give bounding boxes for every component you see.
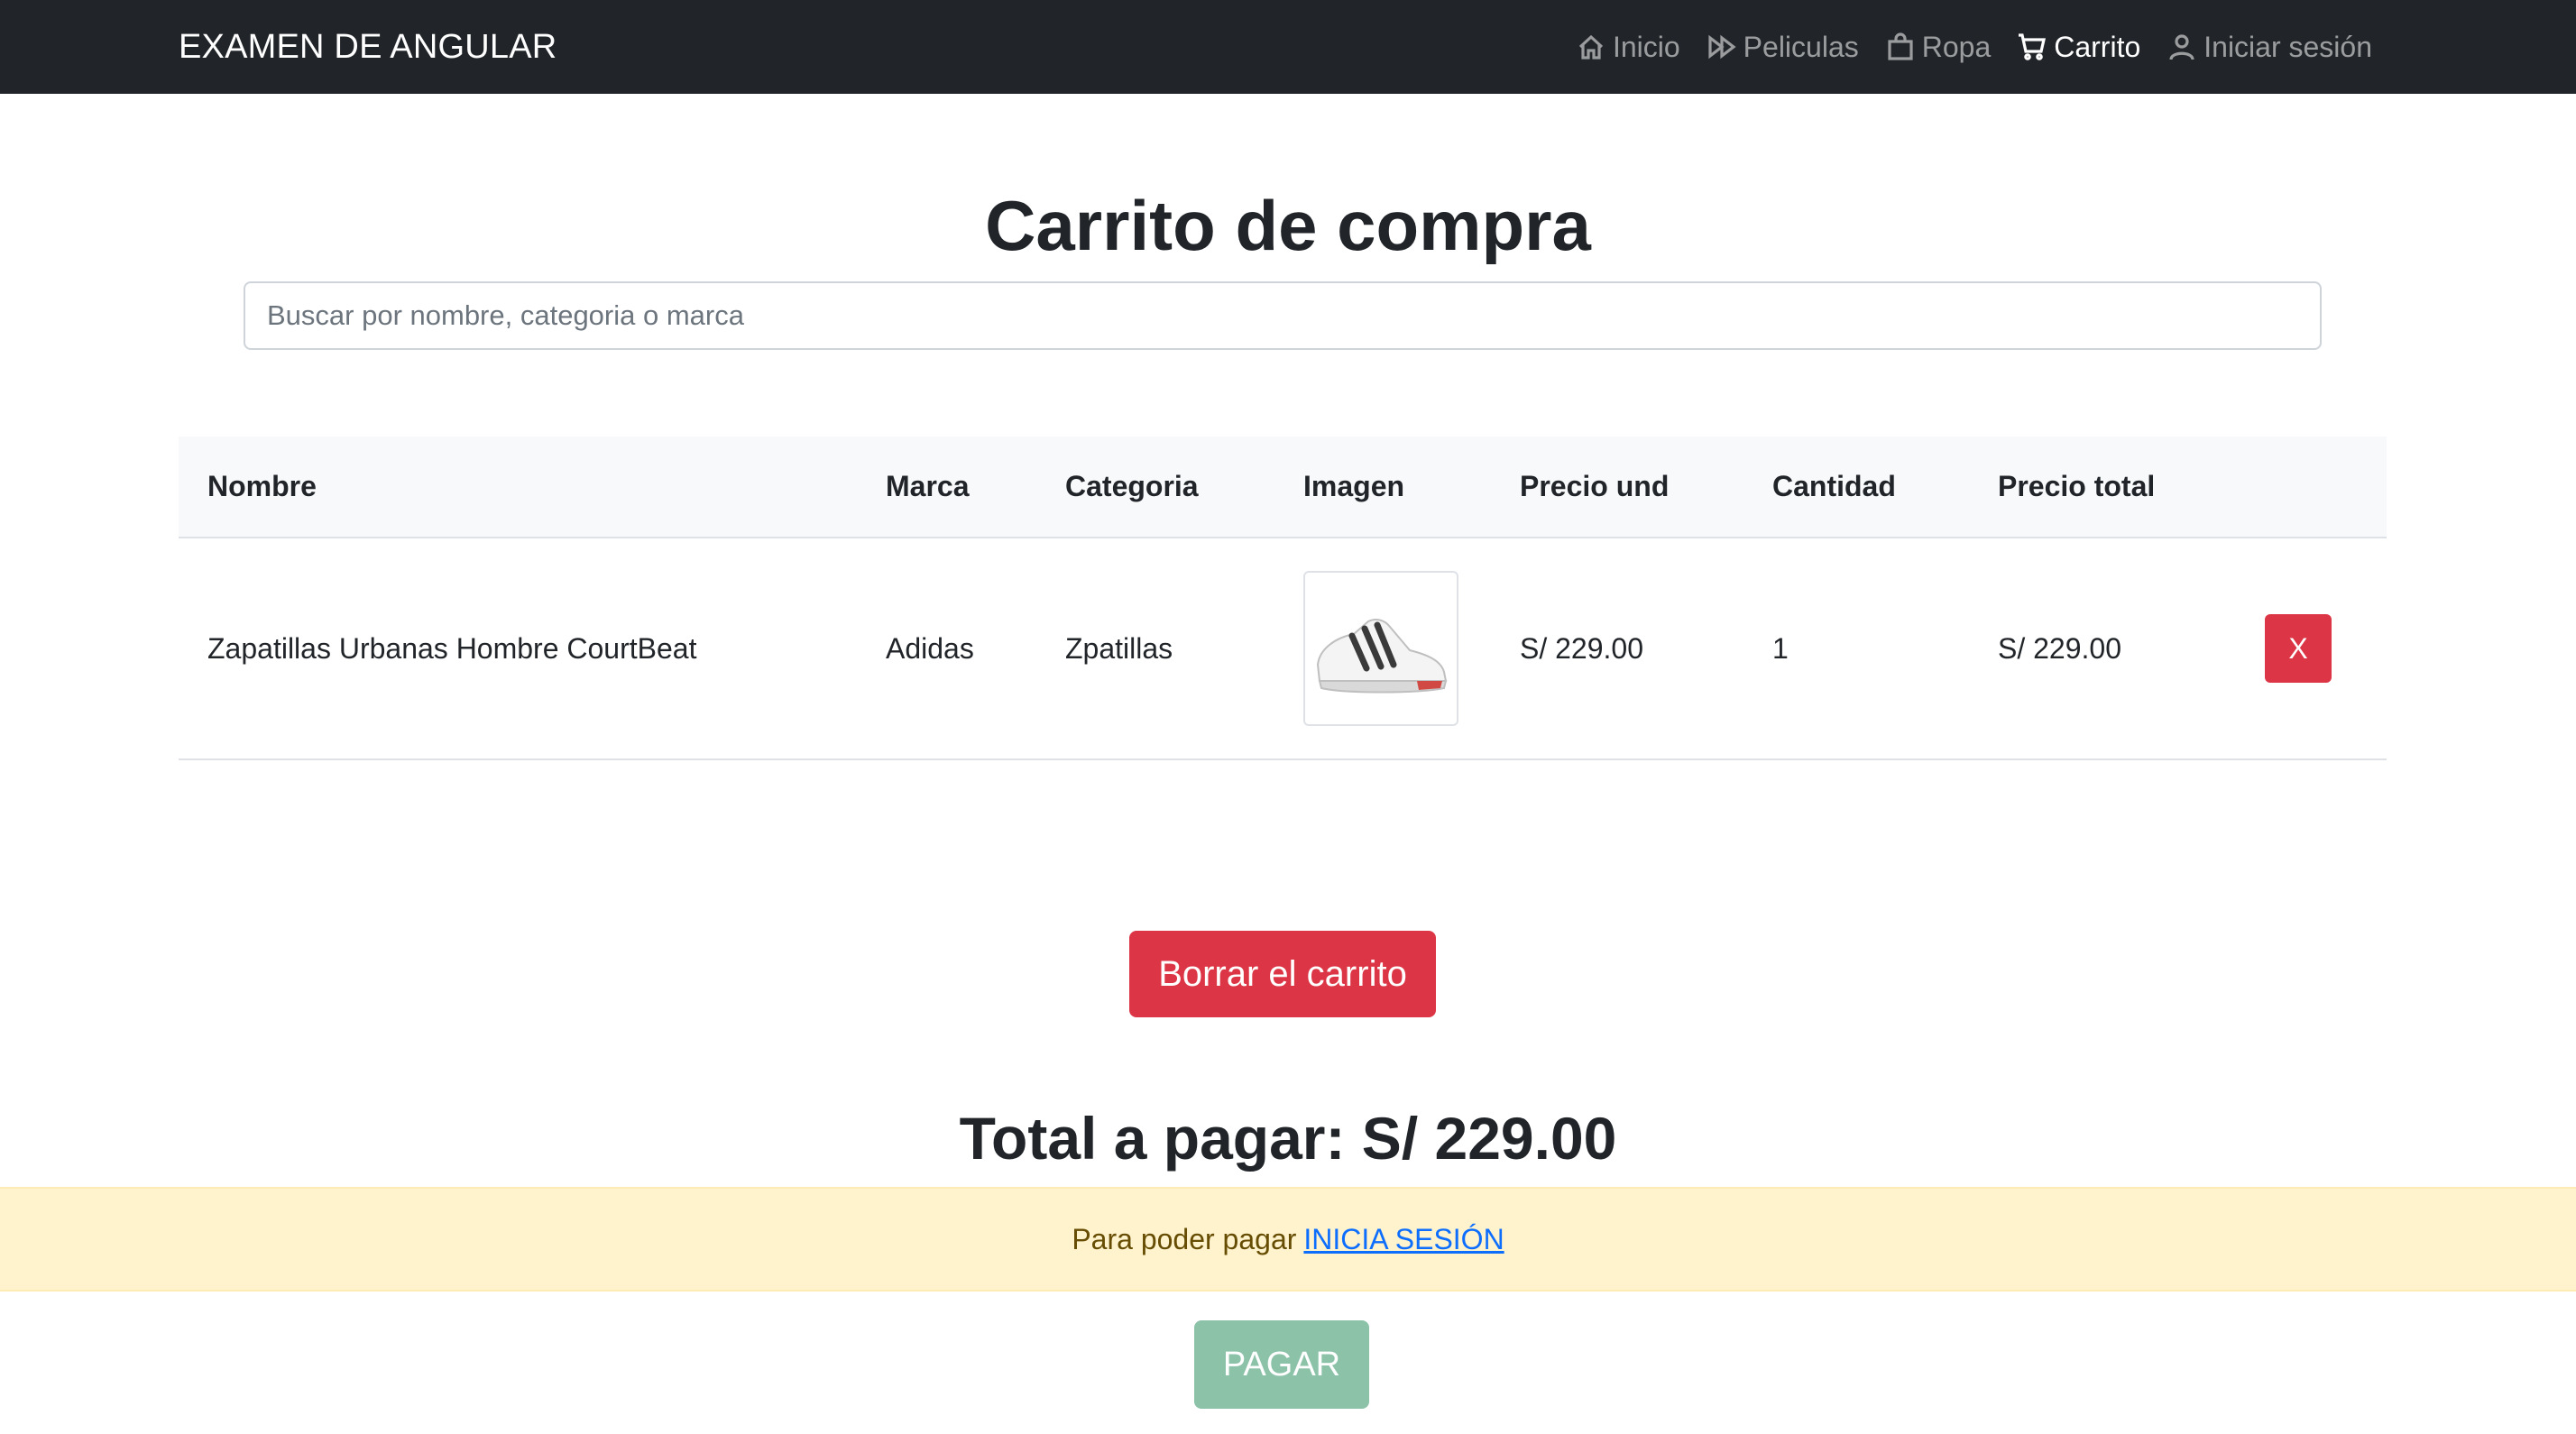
pay-button[interactable]: PAGAR — [1194, 1320, 1369, 1409]
total-to-pay: Total a pagar: S/ 229.00 — [959, 1105, 1617, 1172]
nav-link-peliculas[interactable]: Peliculas — [1707, 31, 1859, 64]
alert-text: Para poder pagar — [1072, 1222, 1297, 1255]
nav-links: Inicio Peliculas Ropa Carrito Iniciar se… — [1577, 0, 2372, 94]
column-header-nombre: Nombre — [179, 437, 857, 538]
cell-precio-total: S/ 229.00 — [1969, 538, 2236, 760]
login-link[interactable]: INICIA SESIÓN — [1303, 1223, 1504, 1256]
table-row: Zapatillas Urbanas Hombre CourtBeat Adid… — [179, 538, 2387, 760]
column-header-cantidad: Cantidad — [1743, 437, 1969, 538]
column-header-categoria: Categoria — [1036, 437, 1274, 538]
sneaker-image — [1316, 619, 1448, 694]
nav-link-label: Iniciar sesión — [2203, 30, 2372, 63]
cell-cantidad: 1 — [1743, 538, 1969, 760]
brand-link[interactable]: EXAMEN DE ANGULAR — [179, 0, 557, 94]
search-input[interactable] — [244, 281, 2322, 350]
clear-cart-button[interactable]: Borrar el carrito — [1129, 931, 1436, 1017]
shopping-bag-icon — [1888, 32, 1913, 60]
cell-precio-und: S/ 229.00 — [1491, 538, 1743, 760]
table-header-row: Nombre Marca Categoria Imagen Precio und… — [179, 437, 2387, 538]
nav-link-iniciar-sesion[interactable]: Iniciar sesión — [2167, 31, 2372, 64]
nav-link-ropa[interactable]: Ropa — [1886, 30, 1992, 64]
nav-link-carrito[interactable]: Carrito — [2018, 31, 2140, 64]
cell-categoria: Zpatillas — [1036, 538, 1274, 760]
product-thumbnail — [1303, 571, 1458, 726]
person-icon — [2169, 34, 2194, 60]
cart-icon — [2019, 33, 2047, 60]
cell-marca: Adidas — [857, 538, 1036, 760]
nav-link-label: Ropa — [1921, 30, 1992, 63]
nav-link-label: Inicio — [1612, 30, 1680, 63]
nav-link-label: Peliculas — [1743, 30, 1859, 63]
page-title: Carrito de compra — [985, 186, 1591, 265]
cell-imagen — [1274, 538, 1491, 760]
login-alert: Para poder pagar INICIA SESIÓN — [0, 1187, 2576, 1292]
column-header-marca: Marca — [857, 437, 1036, 538]
cart-table: Nombre Marca Categoria Imagen Precio und… — [179, 437, 2387, 760]
column-header-imagen: Imagen — [1274, 437, 1491, 538]
cell-actions: X — [2236, 538, 2387, 760]
column-header-precio-und: Precio und — [1491, 437, 1743, 538]
remove-item-button[interactable]: X — [2265, 614, 2332, 683]
navbar: EXAMEN DE ANGULAR Inicio Peliculas Ropa … — [0, 0, 2576, 94]
cell-nombre: Zapatillas Urbanas Hombre CourtBeat — [179, 538, 857, 760]
nav-link-label: Carrito — [2054, 30, 2141, 63]
fast-forward-icon — [1708, 34, 1736, 60]
column-header-actions — [2236, 437, 2387, 538]
nav-link-inicio[interactable]: Inicio — [1577, 31, 1680, 64]
house-icon — [1578, 34, 1604, 60]
column-header-precio-total: Precio total — [1969, 437, 2236, 538]
